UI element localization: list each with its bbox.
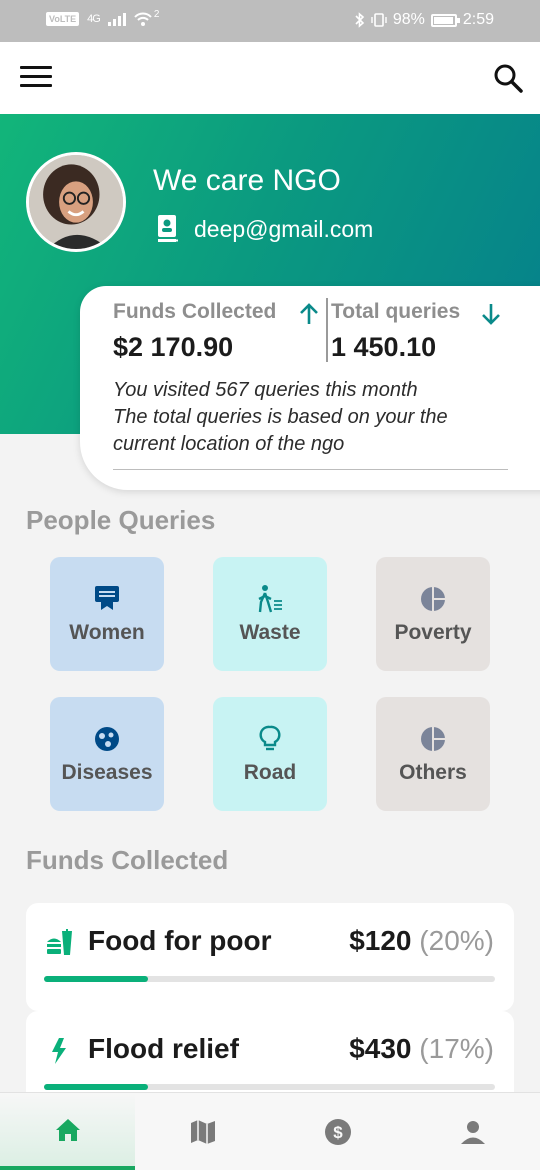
battery-percent: 98% bbox=[392, 11, 425, 28]
fastfood-icon bbox=[47, 929, 72, 955]
nav-profile[interactable] bbox=[405, 1093, 540, 1170]
fund-progress-track bbox=[44, 1084, 495, 1090]
funds-stat: Funds Collected $2 170.90 bbox=[113, 300, 276, 363]
wifi-badge: 2 bbox=[153, 8, 160, 20]
dollar-icon: $ bbox=[324, 1119, 351, 1145]
tile-label: Others bbox=[399, 761, 467, 784]
app-bar bbox=[0, 42, 540, 114]
stats-card: Funds Collected $2 170.90 Total queries … bbox=[80, 286, 540, 490]
visit-summary: You visited 567 queries this month The t… bbox=[113, 377, 513, 458]
pie-icon bbox=[421, 727, 445, 751]
fund-card-food[interactable]: Food for poor $120 (20%) bbox=[26, 903, 514, 1011]
email-row: deep@gmail.com bbox=[156, 214, 373, 244]
stat-divider bbox=[326, 298, 328, 362]
menu-icon[interactable] bbox=[20, 66, 52, 90]
fund-title: Flood relief bbox=[88, 1033, 239, 1064]
contact-icon bbox=[158, 215, 178, 242]
fund-title: Food for poor bbox=[88, 925, 272, 956]
fund-amount: $120 (20%) bbox=[349, 925, 494, 957]
network-type: 4G bbox=[87, 13, 101, 25]
status-bar: VoLTE 4G 2 98% 2:59 bbox=[0, 0, 540, 42]
pie-icon bbox=[421, 587, 445, 611]
tile-label: Diseases bbox=[61, 761, 153, 784]
walk-icon bbox=[258, 585, 282, 613]
queries-value: 1 450.10 bbox=[331, 332, 437, 362]
funds-value: $2 170.90 bbox=[113, 332, 234, 362]
queries-label: Total queries bbox=[331, 300, 461, 323]
note-text: The total queries is based on your the c… bbox=[113, 406, 448, 455]
map-icon bbox=[190, 1120, 215, 1144]
funds-section-title: Funds Collected bbox=[26, 845, 229, 875]
fund-percent: (17%) bbox=[419, 1033, 494, 1064]
tile-label: Waste bbox=[239, 621, 301, 644]
tile-label: Women bbox=[69, 621, 145, 644]
query-tile-waste[interactable]: Waste bbox=[213, 557, 327, 671]
fund-amount-value: $120 bbox=[349, 925, 412, 956]
virus-icon bbox=[95, 727, 119, 751]
fund-amount-value: $430 bbox=[349, 1033, 412, 1064]
nav-map[interactable] bbox=[135, 1093, 270, 1170]
fund-progress-fill bbox=[44, 1084, 148, 1090]
people-queries-title: People Queries bbox=[26, 505, 216, 535]
email-text: deep@gmail.com bbox=[194, 215, 374, 242]
query-tile-diseases[interactable]: Diseases bbox=[50, 697, 164, 811]
avatar-photo bbox=[29, 155, 123, 249]
person-icon bbox=[460, 1121, 485, 1144]
funds-label: Funds Collected bbox=[113, 300, 277, 323]
queries-stat: Total queries 1 450.10 bbox=[331, 300, 460, 363]
fund-progress-track bbox=[44, 976, 495, 982]
bill-icon bbox=[95, 586, 119, 610]
bulb-icon bbox=[259, 725, 281, 751]
query-tile-others[interactable]: Others bbox=[376, 697, 490, 811]
home-icon bbox=[55, 1118, 80, 1141]
wifi-icon bbox=[134, 12, 152, 26]
tile-label: Road bbox=[243, 761, 297, 784]
nav-payments[interactable]: $ bbox=[270, 1093, 405, 1170]
vibrate-icon bbox=[371, 13, 387, 27]
clock: 2:59 bbox=[462, 11, 494, 28]
query-tile-poverty[interactable]: Poverty bbox=[376, 557, 490, 671]
battery-icon bbox=[430, 13, 460, 27]
nav-home[interactable] bbox=[0, 1093, 135, 1170]
svg-text:$: $ bbox=[333, 1123, 343, 1142]
query-tile-road[interactable]: Road bbox=[213, 697, 327, 811]
tile-label: Poverty bbox=[394, 621, 472, 644]
fund-amount: $430 (17%) bbox=[349, 1033, 494, 1065]
fund-progress-fill bbox=[44, 976, 148, 982]
signal-icon bbox=[107, 13, 126, 26]
fund-percent: (20%) bbox=[419, 925, 494, 956]
search-icon[interactable] bbox=[492, 62, 524, 94]
bolt-icon bbox=[52, 1038, 66, 1064]
status-right: 98% 2:59 bbox=[355, 11, 494, 29]
bottom-nav: $ bbox=[0, 1092, 540, 1170]
visit-text: You visited 567 queries this month bbox=[113, 379, 418, 401]
status-left: VoLTE 4G 2 bbox=[46, 8, 160, 26]
query-tile-women[interactable]: Women bbox=[50, 557, 164, 671]
card-divider bbox=[113, 469, 508, 470]
ngo-name: We care NGO bbox=[153, 164, 341, 197]
arrow-down-icon bbox=[482, 304, 500, 325]
arrow-up-icon bbox=[300, 303, 318, 324]
avatar[interactable] bbox=[26, 152, 126, 252]
volte-badge: VoLTE bbox=[46, 12, 80, 26]
bluetooth-icon bbox=[355, 12, 365, 28]
